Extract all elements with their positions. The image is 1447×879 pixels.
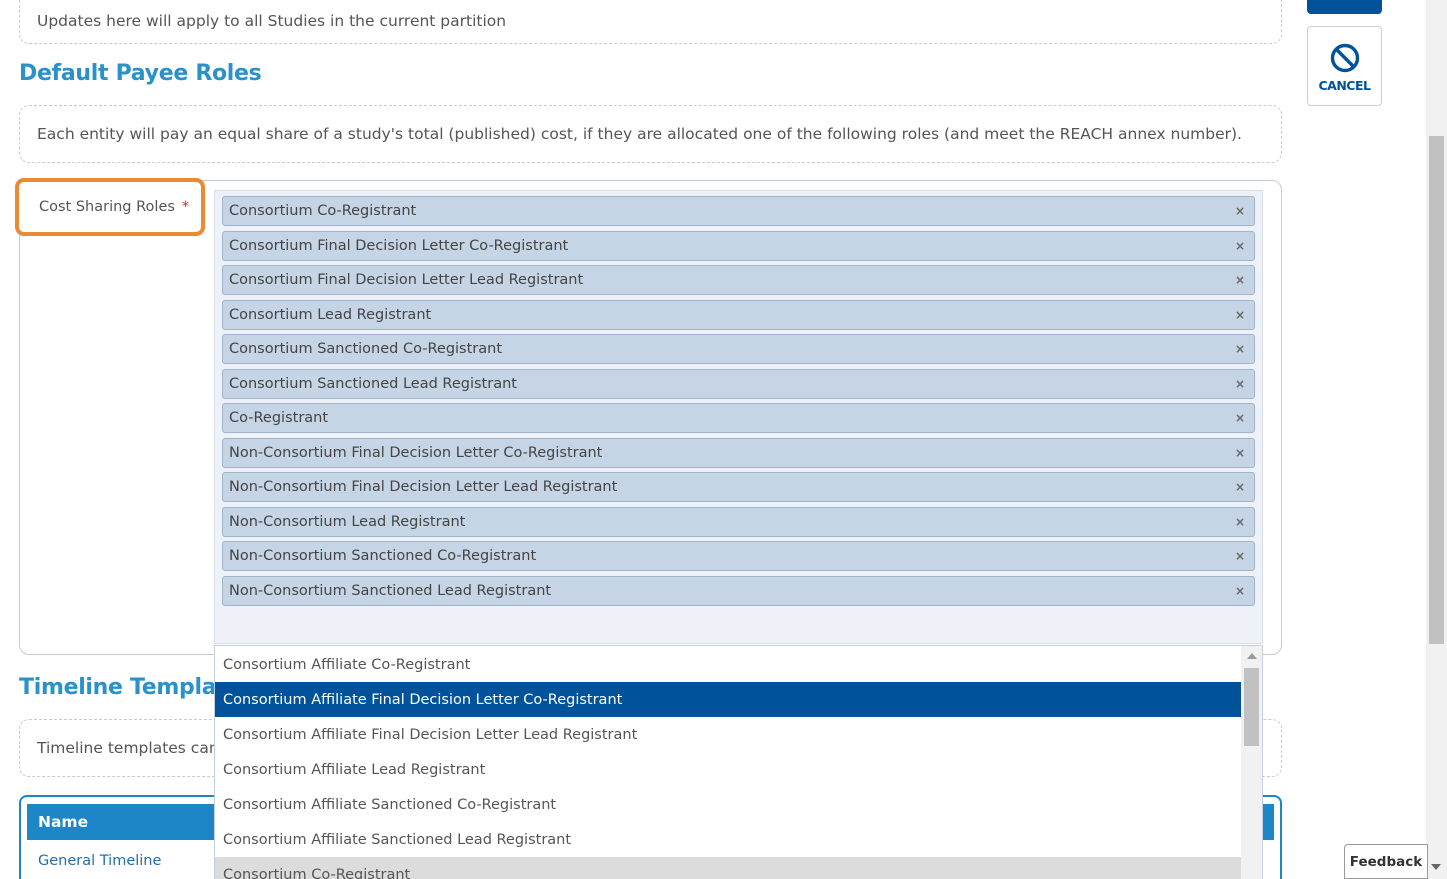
feedback-button[interactable]: Feedback	[1344, 844, 1428, 879]
selected-role-tag: Non-Consortium Sanctioned Lead Registran…	[222, 575, 1255, 606]
selected-role-tag: Co-Registrant ×	[222, 403, 1255, 433]
table-row-general-timeline-link[interactable]: General Timeline	[38, 853, 161, 869]
selected-role-tag: Non-Consortium Final Decision Letter Lea…	[222, 472, 1255, 502]
timeline-info-text: Timeline templates can	[37, 739, 219, 757]
remove-tag-icon[interactable]: ×	[1235, 204, 1245, 218]
selected-role-label: Consortium Sanctioned Lead Registrant	[229, 375, 517, 392]
selected-role-label: Consortium Final Decision Letter Co-Regi…	[229, 237, 569, 254]
selected-role-tag: Consortium Final Decision Letter Co-Regi…	[222, 230, 1255, 261]
section-title-default-payee-roles: Default Payee Roles	[19, 61, 262, 86]
selected-role-tag: Consortium Sanctioned Co-Registrant ×	[222, 334, 1255, 364]
dropdown-option[interactable]: Consortium Affiliate Final Decision Lett…	[215, 682, 1242, 717]
remove-tag-icon[interactable]: ×	[1235, 584, 1245, 598]
dropdown-option[interactable]: Consortium Affiliate Co-Registrant	[215, 647, 1242, 682]
remove-tag-icon[interactable]: ×	[1235, 549, 1245, 563]
selected-role-label: Non-Consortium Sanctioned Co-Registrant	[229, 548, 537, 564]
selected-role-label: Non-Consortium Final Decision Letter Co-…	[229, 444, 603, 461]
remove-tag-icon[interactable]: ×	[1235, 480, 1245, 494]
field-label-text: Cost Sharing Roles	[39, 199, 175, 215]
cancel-icon	[1330, 43, 1359, 73]
dropdown-scrollbar-thumb[interactable]	[1244, 668, 1259, 746]
selected-role-label: Consortium Sanctioned Co-Registrant	[229, 341, 503, 357]
cancel-button-label: CANCEL	[1318, 78, 1372, 93]
save-button[interactable]	[1307, 0, 1382, 14]
scroll-down-arrow-icon[interactable]	[1431, 864, 1441, 870]
selected-role-label: Non-Consortium Sanctioned Lead Registran…	[229, 582, 552, 599]
page-scrollbar[interactable]	[1426, 0, 1447, 879]
roles-dropdown-list[interactable]: Consortium Affiliate Co-Registrant Consor…	[214, 645, 1263, 879]
selected-role-label: Non-Consortium Lead Registrant	[229, 513, 466, 530]
selected-role-tag: Non-Consortium Final Decision Letter Co-…	[222, 437, 1255, 468]
remove-tag-icon[interactable]: ×	[1235, 308, 1245, 322]
selected-role-tag: Consortium Lead Registrant ×	[222, 299, 1255, 330]
remove-tag-icon[interactable]: ×	[1235, 446, 1245, 460]
remove-tag-icon[interactable]: ×	[1235, 273, 1245, 287]
selected-role-label: Consortium Final Decision Letter Lead Re…	[229, 272, 584, 288]
dropdown-option[interactable]: Consortium Affiliate Final Decision Lett…	[215, 717, 1242, 752]
feedback-label: Feedback	[1349, 853, 1423, 870]
selected-role-tag: Consortium Final Decision Letter Lead Re…	[222, 265, 1255, 295]
selected-role-tag: Non-Consortium Lead Registrant ×	[222, 506, 1255, 537]
selected-role-tag: Non-Consortium Sanctioned Co-Registrant ×	[222, 541, 1255, 571]
partition-info-text: Updates here will apply to all Studies i…	[37, 12, 507, 30]
selected-role-tag: Consortium Co-Registrant ×	[222, 196, 1255, 226]
cancel-button[interactable]: CANCEL	[1307, 26, 1382, 106]
payee-info-box: Each entity will pay an equal share of a…	[19, 105, 1282, 163]
cost-sharing-roles-label: Cost Sharing Roles *	[15, 178, 205, 236]
dropdown-option[interactable]: Consortium Co-Registrant	[215, 857, 1242, 879]
selected-role-tag: Consortium Sanctioned Lead Registrant ×	[222, 368, 1255, 399]
partition-info-box: Updates here will apply to all Studies i…	[19, 0, 1282, 44]
remove-tag-icon[interactable]: ×	[1235, 411, 1245, 425]
selected-role-label: Consortium Lead Registrant	[229, 306, 432, 323]
dropdown-option[interactable]: Consortium Affiliate Sanctioned Lead Reg…	[215, 822, 1242, 857]
scroll-up-arrow-icon[interactable]	[1247, 653, 1257, 659]
page-scrollbar-thumb[interactable]	[1429, 136, 1444, 644]
selected-role-label: Co-Registrant	[229, 410, 329, 426]
cost-sharing-roles-multiselect[interactable]: Consortium Co-Registrant × Consortium Fina…	[214, 190, 1263, 644]
payee-info-text: Each entity will pay an equal share of a…	[37, 125, 1242, 143]
dropdown-option[interactable]: Consortium Affiliate Sanctioned Co-Regis…	[215, 787, 1242, 822]
selected-role-label: Consortium Co-Registrant	[229, 203, 417, 219]
dropdown-scrollbar[interactable]	[1241, 646, 1262, 879]
remove-tag-icon[interactable]: ×	[1235, 515, 1245, 529]
selected-role-label: Non-Consortium Final Decision Letter Lea…	[229, 479, 618, 495]
remove-tag-icon[interactable]: ×	[1235, 239, 1245, 253]
table-header-name-text: Name	[38, 813, 89, 831]
remove-tag-icon[interactable]: ×	[1235, 342, 1245, 356]
remove-tag-icon[interactable]: ×	[1235, 377, 1245, 391]
dropdown-option[interactable]: Consortium Affiliate Lead Registrant	[215, 752, 1242, 787]
required-marker: *	[181, 199, 190, 215]
